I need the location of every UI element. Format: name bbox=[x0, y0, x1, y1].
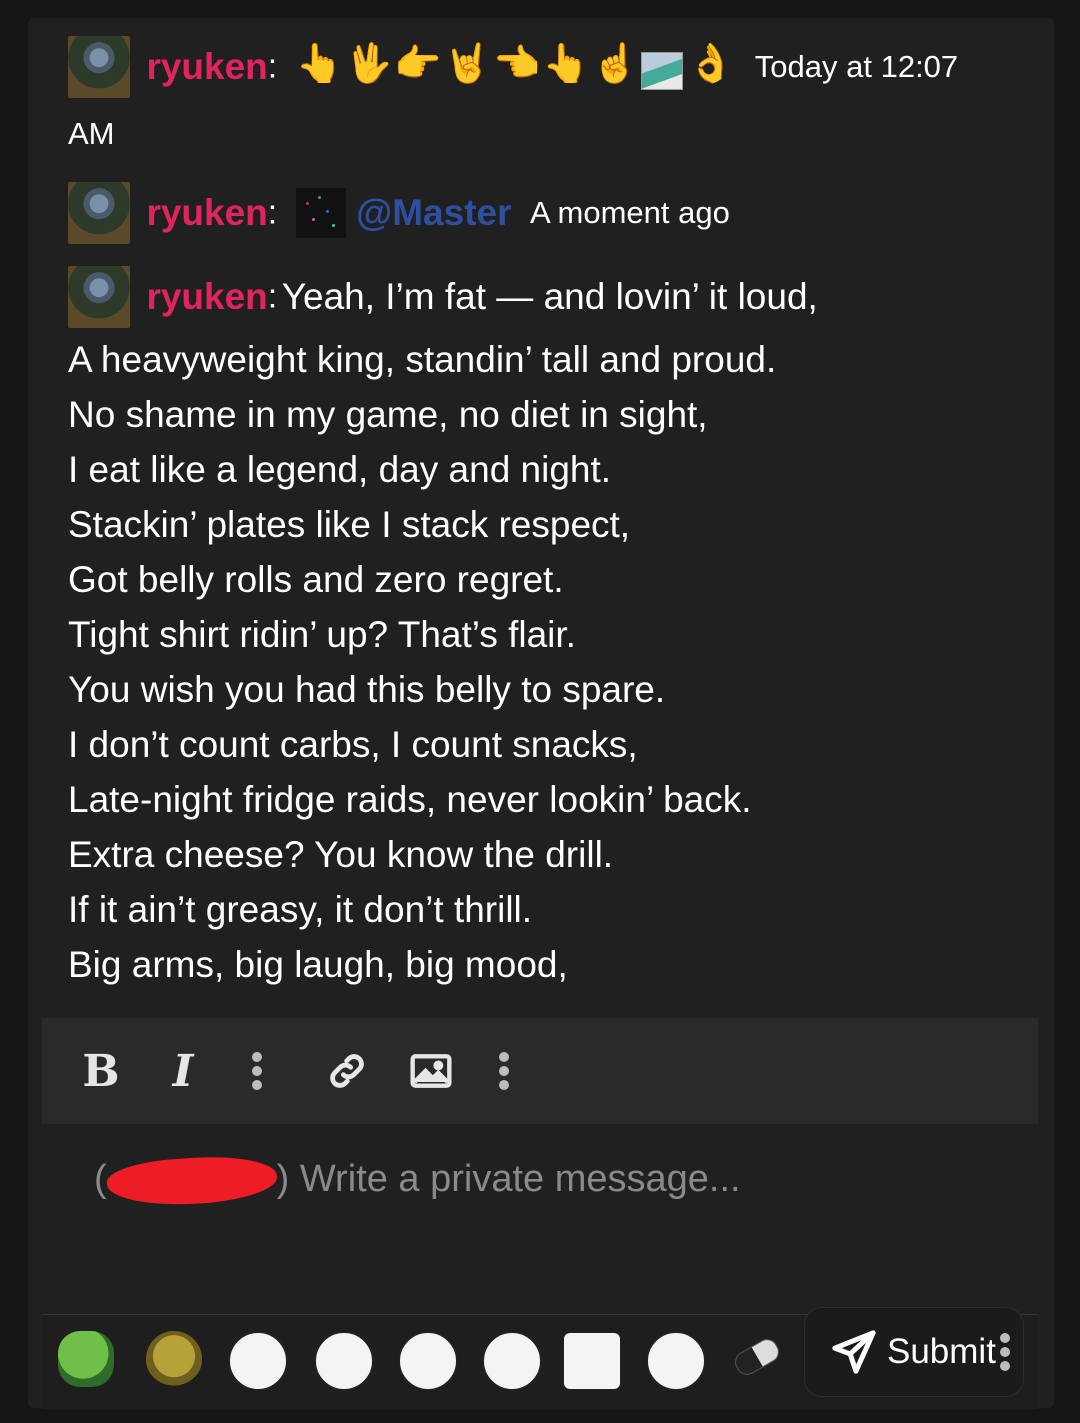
poem-line: Late-night fridge raids, never lookin’ b… bbox=[68, 779, 752, 820]
poem-line: Big arms, big laugh, big mood, bbox=[68, 944, 568, 985]
ok-hand-emoji-icon: 👌 bbox=[687, 42, 735, 85]
link-icon[interactable] bbox=[324, 1048, 370, 1094]
poem-line: No shame in my game, no diet in sight, bbox=[68, 394, 708, 435]
crying-wojak-icon[interactable] bbox=[228, 1331, 288, 1391]
point-up-emoji-icon: 👆 bbox=[295, 42, 344, 85]
username-colon: : bbox=[267, 193, 278, 232]
poem-line: Extra cheese? You know the drill. bbox=[68, 834, 614, 875]
point-right-emoji-icon: 👉 bbox=[394, 42, 442, 85]
more-vertical-icon[interactable] bbox=[497, 1048, 511, 1094]
submit-label: Submit bbox=[887, 1332, 996, 1371]
user-mention[interactable]: @Master bbox=[356, 192, 511, 233]
glasses-wojak-icon[interactable] bbox=[482, 1331, 542, 1391]
avatar[interactable] bbox=[68, 36, 130, 98]
message-1: ryuken: 👆🖖👉🤘👈👆☝ 👌 Today at 12:07 AM bbox=[68, 36, 1018, 152]
timestamp-wrap: AM bbox=[68, 116, 115, 151]
message-list: ryuken: 👆🖖👉🤘👈👆☝ 👌 Today at 12:07 AM ryuke… bbox=[68, 36, 1018, 992]
open-paren: ( bbox=[94, 1158, 107, 1201]
avatar[interactable] bbox=[68, 266, 130, 328]
italic-button[interactable]: I bbox=[168, 1046, 198, 1097]
message-text: A heavyweight king, standin’ tall and pr… bbox=[68, 332, 1018, 992]
redacted-username bbox=[105, 1152, 279, 1210]
vulcan-salute-emoji-icon: 🖖 bbox=[345, 42, 393, 85]
more-vertical-icon[interactable] bbox=[999, 1331, 1014, 1373]
editor-toolbar: B I bbox=[42, 1018, 1038, 1124]
message-compose[interactable]: () Write a private message... bbox=[42, 1124, 1038, 1314]
wojak-worried-icon[interactable] bbox=[646, 1331, 706, 1391]
poem-line: Got belly rolls and zero regret. bbox=[68, 559, 564, 600]
close-paren: ) bbox=[276, 1158, 290, 1201]
wojak-reaching-icon[interactable] bbox=[562, 1331, 622, 1391]
poem-line: I eat like a legend, day and night. bbox=[68, 449, 612, 490]
poem-line: Tight shirt ridin’ up? That’s flair. bbox=[68, 614, 576, 655]
broken-image-icon bbox=[641, 52, 683, 91]
wojak-smile-icon[interactable] bbox=[398, 1331, 458, 1391]
image-icon[interactable] bbox=[408, 1048, 454, 1094]
emoji-row: 👆🖖👉🤘👈👆☝ 👌 bbox=[296, 44, 737, 91]
pepe-laugh-icon[interactable] bbox=[58, 1331, 114, 1387]
poem-line: A heavyweight king, standin’ tall and pr… bbox=[68, 339, 777, 380]
pill-icon[interactable] bbox=[731, 1335, 783, 1379]
index-up-emoji-icon: ☝ bbox=[591, 42, 639, 85]
placeholder-text: Write a private message... bbox=[299, 1158, 741, 1201]
poem-line: You wish you had this belly to spare. bbox=[68, 669, 666, 710]
compose-placeholder[interactable]: () Write a private message... bbox=[94, 1152, 741, 1210]
poem-line: I don’t count carbs, I count snacks, bbox=[68, 724, 638, 765]
send-icon bbox=[832, 1330, 876, 1374]
mention-avatar bbox=[295, 188, 346, 238]
timestamp: A moment ago bbox=[529, 195, 730, 230]
username-colon: : bbox=[267, 47, 278, 86]
username-colon: : bbox=[267, 277, 278, 316]
username[interactable]: ryuken bbox=[146, 46, 267, 87]
crying-wojak-2-icon[interactable] bbox=[314, 1331, 374, 1391]
username[interactable]: ryuken bbox=[146, 192, 267, 233]
message-2: ryuken: @Master A moment ago bbox=[68, 182, 1018, 244]
avatar[interactable] bbox=[68, 182, 130, 244]
message-3: ryuken: Yeah, I’m fat — and lovin’ it lo… bbox=[68, 266, 1018, 992]
point-left-emoji-icon: 👈 bbox=[493, 42, 541, 85]
smilie-bar: Submit bbox=[42, 1307, 1038, 1409]
message-text-first-line: Yeah, I’m fat — and lovin’ it loud, bbox=[281, 276, 818, 317]
submit-button[interactable]: Submit bbox=[804, 1307, 1024, 1397]
username[interactable]: ryuken bbox=[146, 276, 267, 317]
point-up-emoji-icon: 👆 bbox=[542, 42, 590, 85]
shrek-icon[interactable] bbox=[146, 1331, 202, 1387]
scroll-cutoff bbox=[42, 1000, 1038, 1018]
rock-on-emoji-icon: 🤘 bbox=[443, 42, 492, 85]
poem-line: If it ain’t greasy, it don’t thrill. bbox=[68, 889, 533, 930]
timestamp: Today at 12:07 bbox=[754, 49, 959, 84]
bold-button[interactable]: B bbox=[82, 1046, 120, 1097]
poem-line: Stackin’ plates like I stack respect, bbox=[68, 504, 631, 545]
more-vertical-icon[interactable] bbox=[250, 1048, 264, 1094]
